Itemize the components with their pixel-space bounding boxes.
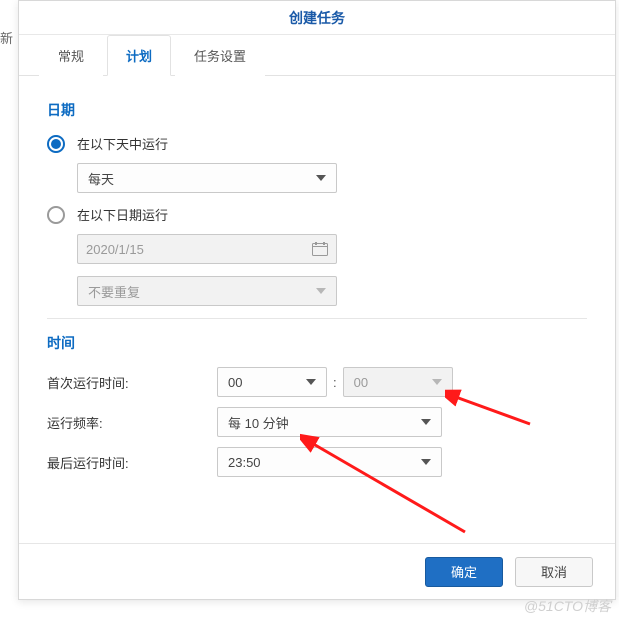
radio-label: 在以下天中运行 <box>77 134 168 153</box>
section-heading-date: 日期 <box>47 100 587 120</box>
form-label: 首次运行时间: <box>47 373 217 392</box>
select-value: 23:50 <box>228 455 261 470</box>
date-value: 2020/1/15 <box>86 242 144 257</box>
select-value: 每天 <box>88 169 114 188</box>
radio-icon-unchecked <box>47 206 65 224</box>
first-run-hour-select[interactable]: 00 <box>217 367 327 397</box>
chevron-down-icon <box>306 379 316 385</box>
start-date-input: 2020/1/15 <box>77 234 337 264</box>
chevron-down-icon <box>421 459 431 465</box>
select-value: 00 <box>228 375 242 390</box>
backdrop: 新 创建任务 常规 计划 任务设置 日期 在以下天中运行 每天 在以下日期运行 <box>0 0 619 618</box>
cancel-button[interactable]: 取消 <box>515 557 593 587</box>
last-run-time-select[interactable]: 23:50 <box>217 447 442 477</box>
select-value: 不要重复 <box>88 282 140 301</box>
chevron-down-icon <box>432 379 442 385</box>
first-run-time-row: 首次运行时间: 00 : 00 <box>47 367 587 397</box>
tab-task-settings[interactable]: 任务设置 <box>175 35 265 76</box>
select-value: 每 10 分钟 <box>228 413 289 432</box>
create-task-dialog: 创建任务 常规 计划 任务设置 日期 在以下天中运行 每天 在以下日期运行 <box>18 0 616 600</box>
frequency-select[interactable]: 每 10 分钟 <box>217 407 442 437</box>
chevron-down-icon <box>316 175 326 181</box>
calendar-icon <box>312 242 328 256</box>
repeat-select: 不要重复 <box>77 276 337 306</box>
ok-button[interactable]: 确定 <box>425 557 503 587</box>
select-value: 00 <box>354 375 368 390</box>
option-run-on-date[interactable]: 在以下日期运行 <box>47 205 587 224</box>
first-run-minute-select: 00 <box>343 367 453 397</box>
form-label: 最后运行时间: <box>47 453 217 472</box>
dialog-body: 日期 在以下天中运行 每天 在以下日期运行 2020/1/15 <box>19 76 615 543</box>
dialog-title: 创建任务 <box>19 1 615 35</box>
option-run-on-days[interactable]: 在以下天中运行 <box>47 134 587 153</box>
tabs: 常规 计划 任务设置 <box>19 35 615 76</box>
time-colon: : <box>333 375 337 390</box>
chevron-down-icon <box>421 419 431 425</box>
frequency-row: 运行频率: 每 10 分钟 <box>47 407 587 437</box>
chevron-down-icon <box>316 288 326 294</box>
partial-text: 新 <box>0 28 12 47</box>
radio-icon-checked <box>47 135 65 153</box>
last-run-row: 最后运行时间: 23:50 <box>47 447 587 477</box>
tab-general[interactable]: 常规 <box>39 35 103 76</box>
form-label: 运行频率: <box>47 413 217 432</box>
radio-label: 在以下日期运行 <box>77 205 168 224</box>
dialog-footer: 确定 取消 <box>19 543 615 599</box>
tab-schedule[interactable]: 计划 <box>107 35 171 76</box>
days-select[interactable]: 每天 <box>77 163 337 193</box>
section-heading-time: 时间 <box>47 333 587 353</box>
divider <box>47 318 587 319</box>
